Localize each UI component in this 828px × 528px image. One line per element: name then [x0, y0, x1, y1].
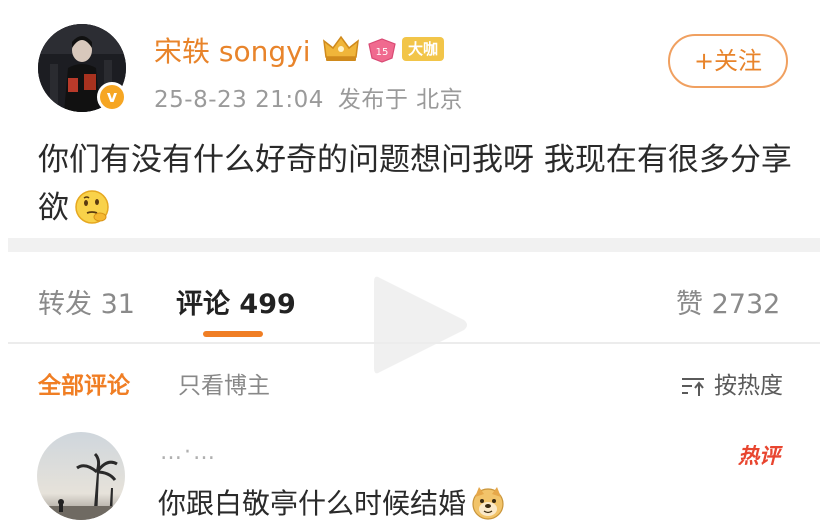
doge-icon [470, 485, 506, 528]
sort-icon [680, 375, 706, 403]
tab-comments-count: 499 [239, 289, 296, 320]
post-text: 你们有没有什么好奇的问题想问我呀 我现在有很多分享欲 [38, 142, 792, 226]
post-meta: 25-8-23 21:04 发布于 北京 [154, 80, 463, 114]
tab-repost[interactable]: 转发 31 [38, 282, 135, 321]
filter-author-only[interactable]: 只看博主 [178, 366, 270, 400]
tab-repost-count: 31 [100, 289, 135, 320]
sort-by-popularity[interactable]: 按热度 [680, 366, 783, 403]
play-icon [360, 270, 480, 384]
follow-button[interactable]: +关注 [668, 34, 788, 88]
vip-tag[interactable]: 大咖 [402, 37, 445, 61]
active-tab-indicator [203, 331, 263, 337]
tab-comments[interactable]: 评论 499 [176, 282, 296, 321]
tab-likes-count: 2732 [711, 289, 781, 320]
tab-repost-label: 转发 [38, 289, 92, 320]
tab-likes[interactable]: 赞 2732 [676, 282, 780, 321]
tab-comments-label: 评论 [176, 289, 230, 320]
post-date: 25-8-23 21:04 [154, 87, 324, 113]
filter-all-comments[interactable]: 全部评论 [38, 366, 130, 400]
tab-likes-label: 赞 [676, 289, 703, 320]
verified-badge: v [97, 82, 127, 112]
sort-label: 按热度 [714, 373, 783, 399]
commenter-name[interactable]: …·… [160, 440, 217, 465]
post-content: 你们有没有什么好奇的问题想问我呀 我现在有很多分享欲 [38, 136, 798, 240]
comment-text: 你跟白敬亭什么时候结婚 [158, 487, 467, 520]
tabs-divider [8, 342, 820, 344]
comment-content: 你跟白敬亭什么时候结婚 [158, 482, 506, 528]
post-location: 发布于 北京 [337, 87, 464, 113]
crown-icon[interactable] [322, 33, 360, 67]
thinking-face-icon [73, 188, 111, 240]
hot-comment-badge: 热评 [738, 444, 780, 468]
level-number: 15 [376, 47, 389, 58]
section-divider [8, 238, 820, 252]
commenter-avatar[interactable] [37, 432, 125, 520]
level-badge[interactable]: 15 [366, 37, 398, 67]
author-name[interactable]: 宋轶 songyi [154, 30, 311, 70]
